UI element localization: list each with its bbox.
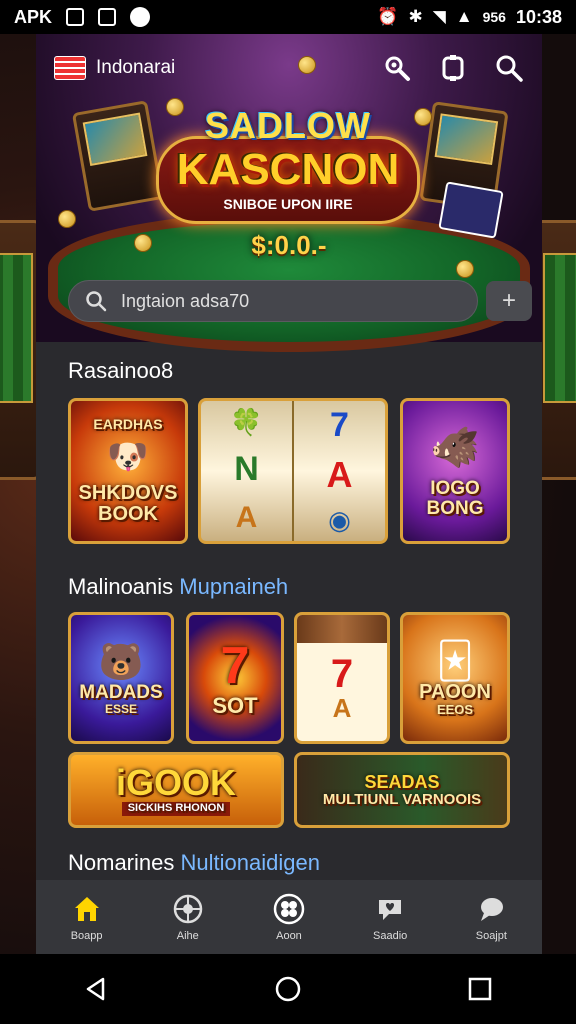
recents-icon [468,977,492,1001]
game-tile-madads[interactable]: 🐻 MADADS ESSE [68,612,174,744]
signal-icon: ▲ [455,7,473,26]
dog-icon: 🐶 [106,438,150,477]
battery-text: 956 [482,9,506,25]
animal-icon: 🐗 [430,425,480,470]
plus-button[interactable]: + [486,281,532,321]
search-bar[interactable] [68,280,478,322]
flag-icon[interactable] [54,56,86,80]
key-search-icon[interactable] [382,53,412,83]
jackpot-amount: $:0.0.- [251,230,327,260]
nav-favorites[interactable]: Saadio [345,892,435,942]
image-notification-icon [98,8,117,26]
alarm-icon: ⏰ [377,7,399,26]
chat-icon [474,892,508,926]
search-input[interactable] [121,290,461,312]
casino-app: Indonarai SADLOW KASCNON SNIBOE UPON IIR… [36,34,542,954]
system-navigation-bar [0,954,576,1024]
banner-multi[interactable]: SEADAS MULTIUNL VARNOOIS [294,752,510,828]
game-tile-paoon[interactable]: 🃏 PAOON EEOS [400,612,510,744]
search-icon[interactable] [494,53,524,83]
brand-name: Indonarai [96,57,176,78]
hero-banner[interactable]: Indonarai SADLOW KASCNON SNIBOE UPON IIR… [36,34,542,352]
logo-top-text: SADLOW [205,105,371,146]
heart-chat-icon [373,892,407,926]
bottom-navigation: Boapp Aihe Aoon Saadio Soajpt [36,880,542,954]
home-circle-icon [275,976,301,1002]
faces-strip [297,615,387,643]
globe-icon [171,892,205,926]
coin-icon [456,260,474,278]
game-tile-slot[interactable]: 7 SOT [186,612,284,744]
status-bar: APK ⏰ ✱ ◥ ▲ 956 10:38 [0,0,576,34]
notification-icon [66,8,85,26]
coin-icon [58,210,76,228]
logo-sub-text: SNIBOE UPON IIRE [223,196,353,212]
section-title-casino: Rasainoo8 [68,358,174,383]
nav-games[interactable]: Aihe [143,892,233,942]
device-icon[interactable] [438,53,468,83]
home-button[interactable] [268,969,308,1009]
section-title-multiplayer: Malinoanis Mupnaineh [68,574,289,599]
nav-home[interactable]: Boapp [42,892,132,942]
app-notification-icon [130,7,151,27]
plus-icon: + [501,287,516,314]
game-tile-book[interactable]: EARDHAS 🐶 SHKDOVS BOOK [68,398,188,544]
wifi-icon: ◥ [432,7,446,26]
nav-lucky[interactable]: Aoon [244,892,334,942]
section-title-promotions: Nomarines Nultionaidigen [68,850,320,875]
game-tile-slot-reels[interactable]: 🍀 N A 7 A ◉ [198,398,388,544]
clover-icon [272,892,306,926]
carrier-label: APK [14,6,53,27]
recents-button[interactable] [460,969,500,1009]
game-tile-bong[interactable]: 🐗 IOGO BONG [400,398,510,544]
cards-icon: 🃏 [436,639,474,681]
bluetooth-icon: ✱ [408,7,423,26]
game-tile-reels[interactable]: 7 A [294,612,390,744]
banner-igook[interactable]: iGOOK SICKIHS RHONON [68,752,284,828]
search-row: + [68,280,532,322]
casino-logo: SADLOW KASCNON SNIBOE UPON IIRE [146,106,430,236]
back-button[interactable] [76,969,116,1009]
app-header: Indonarai [36,46,542,90]
back-icon [86,977,105,1001]
logo-main-text: KASCNON [176,145,400,194]
character-icon: 🐻 [98,640,144,682]
clock: 10:38 [515,6,562,27]
nav-support[interactable]: Soajpt [446,892,536,942]
home-icon [70,892,104,926]
search-icon [86,291,107,312]
